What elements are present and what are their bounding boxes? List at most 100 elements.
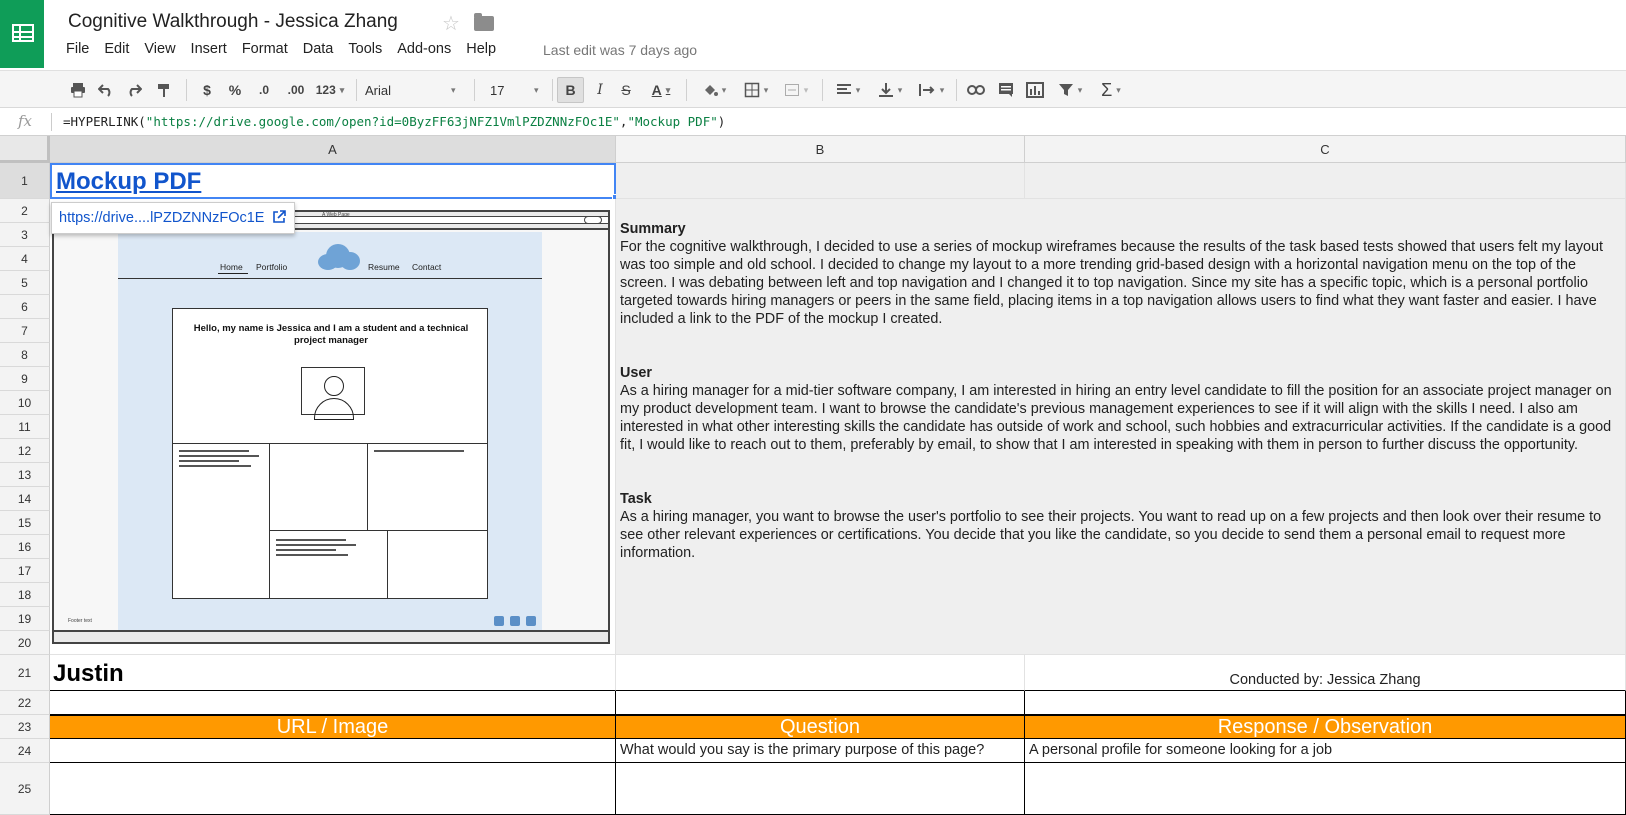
linkedin-icon: [526, 616, 536, 626]
menu-addons[interactable]: Add-ons: [397, 41, 451, 57]
row-header[interactable]: 24: [0, 739, 50, 763]
menu-edit[interactable]: Edit: [104, 41, 129, 57]
insert-comment-icon[interactable]: [994, 77, 1018, 103]
cell-c25[interactable]: [1025, 763, 1626, 815]
row-header[interactable]: 19: [0, 607, 50, 631]
borders-icon[interactable]: [738, 77, 774, 103]
sheets-logo-icon[interactable]: [0, 0, 44, 68]
cell-b21[interactable]: [616, 655, 1025, 691]
cell-b1[interactable]: [616, 163, 1025, 199]
bold-button[interactable]: B: [557, 77, 584, 103]
row-header[interactable]: 6: [0, 295, 50, 319]
row-header[interactable]: 5: [0, 271, 50, 295]
header-question[interactable]: Question: [616, 715, 1025, 739]
avatar-icon: [301, 367, 365, 420]
star-icon[interactable]: ☆: [442, 11, 460, 36]
select-all-corner[interactable]: [0, 136, 50, 163]
row-header[interactable]: 4: [0, 247, 50, 271]
cell-a24[interactable]: [50, 739, 616, 763]
fill-color-icon[interactable]: [696, 77, 732, 103]
cell-c24-response[interactable]: A personal profile for someone looking f…: [1025, 739, 1626, 763]
functions-dropdown[interactable]: Σ: [1094, 77, 1128, 103]
summary-block: Summary For the cognitive walkthrough, I…: [620, 220, 1618, 328]
last-edit-status[interactable]: Last edit was 7 days ago: [543, 42, 697, 58]
row-header[interactable]: 1: [0, 163, 50, 199]
merge-cells-icon[interactable]: [778, 77, 814, 103]
undo-icon[interactable]: [94, 77, 118, 103]
cell-b22[interactable]: [616, 691, 1025, 715]
header-response[interactable]: Response / Observation: [1025, 715, 1626, 739]
currency-format-button[interactable]: $: [198, 77, 216, 103]
menu-insert[interactable]: Insert: [191, 41, 227, 57]
percent-format-button[interactable]: %: [224, 77, 246, 103]
row-header[interactable]: 10: [0, 391, 50, 415]
cloud-logo-icon: [314, 242, 362, 272]
redo-icon[interactable]: [122, 77, 146, 103]
cell-c1[interactable]: [1025, 163, 1626, 199]
text-color-dropdown[interactable]: A: [642, 77, 680, 103]
vertical-align-icon[interactable]: [872, 77, 908, 103]
menu-data[interactable]: Data: [303, 41, 334, 57]
row-header[interactable]: 7: [0, 319, 50, 343]
insert-link-icon[interactable]: [964, 77, 988, 103]
menu-help[interactable]: Help: [466, 41, 496, 57]
horizontal-align-icon[interactable]: [830, 77, 866, 103]
menu-format[interactable]: Format: [242, 41, 288, 57]
font-size-dropdown[interactable]: 17 ▾: [490, 77, 540, 103]
row-header[interactable]: 20: [0, 631, 50, 655]
row-header[interactable]: 2: [0, 199, 50, 223]
menu-view[interactable]: View: [144, 41, 175, 57]
row-header[interactable]: 3: [0, 223, 50, 247]
cell-a25[interactable]: [50, 763, 616, 815]
cell-b24-question[interactable]: What would you say is the primary purpos…: [616, 739, 1025, 763]
formula-input[interactable]: =HYPERLINK("https://drive.google.com/ope…: [63, 114, 725, 129]
row-header[interactable]: 17: [0, 559, 50, 583]
header-url-image[interactable]: URL / Image: [50, 715, 616, 739]
row-header[interactable]: 11: [0, 415, 50, 439]
mockup-pdf-link[interactable]: Mockup PDF: [52, 165, 614, 197]
fx-icon: fx: [18, 112, 33, 130]
insert-chart-icon[interactable]: [1022, 77, 1048, 103]
column-header-c[interactable]: C: [1025, 136, 1626, 163]
cell-a21-participant[interactable]: Justin: [50, 655, 616, 691]
italic-button[interactable]: I: [590, 77, 610, 103]
row-header[interactable]: 8: [0, 343, 50, 367]
cell-b25[interactable]: [616, 763, 1025, 815]
column-header-b[interactable]: B: [616, 136, 1025, 163]
cell-a22[interactable]: [50, 691, 616, 715]
link-preview-url[interactable]: https://drive....lPZDZNNzFOc1E: [59, 210, 264, 226]
row-header[interactable]: 18: [0, 583, 50, 607]
menu-tools[interactable]: Tools: [348, 41, 382, 57]
cell-a1[interactable]: Mockup PDF: [50, 163, 616, 199]
folder-icon[interactable]: [474, 13, 494, 31]
row-header[interactable]: 12: [0, 439, 50, 463]
row-header[interactable]: 9: [0, 367, 50, 391]
row-header[interactable]: 16: [0, 535, 50, 559]
open-external-icon[interactable]: [272, 209, 287, 227]
row-header[interactable]: 21: [0, 655, 50, 691]
print-icon[interactable]: [66, 77, 90, 103]
chevron-down-icon: ▾: [451, 84, 456, 95]
row-header[interactable]: 13: [0, 463, 50, 487]
more-formats-dropdown[interactable]: 123: [310, 77, 350, 103]
column-header-a[interactable]: A: [50, 136, 616, 163]
row-header[interactable]: 15: [0, 511, 50, 535]
cell-c21-conducted-by[interactable]: Conducted by: Jessica Zhang: [1025, 655, 1626, 691]
row-header[interactable]: 23: [0, 715, 50, 739]
text-wrapping-icon[interactable]: [912, 77, 950, 103]
decrease-decimal-button[interactable]: .0: [252, 77, 276, 103]
link-preview-tooltip[interactable]: https://drive....lPZDZNNzFOc1E: [51, 202, 295, 234]
row-header[interactable]: 14: [0, 487, 50, 511]
document-title[interactable]: Cognitive Walkthrough - Jessica Zhang: [68, 11, 398, 33]
formula-close: ): [717, 114, 726, 129]
menu-file[interactable]: File: [66, 41, 89, 57]
strikethrough-button[interactable]: S: [616, 77, 636, 103]
increase-decimal-button[interactable]: .00: [282, 77, 310, 103]
row-header[interactable]: 25: [0, 763, 50, 815]
font-family-dropdown[interactable]: Arial ▾: [365, 77, 456, 103]
paint-format-icon[interactable]: [152, 77, 176, 103]
cell-c22[interactable]: [1025, 691, 1626, 715]
row-header[interactable]: 22: [0, 691, 50, 715]
sheet-grid: A B C 1 2 3 4 5 6 7 8 9 10 11 12 13 14 1…: [0, 136, 1626, 815]
filter-icon[interactable]: [1052, 77, 1088, 103]
